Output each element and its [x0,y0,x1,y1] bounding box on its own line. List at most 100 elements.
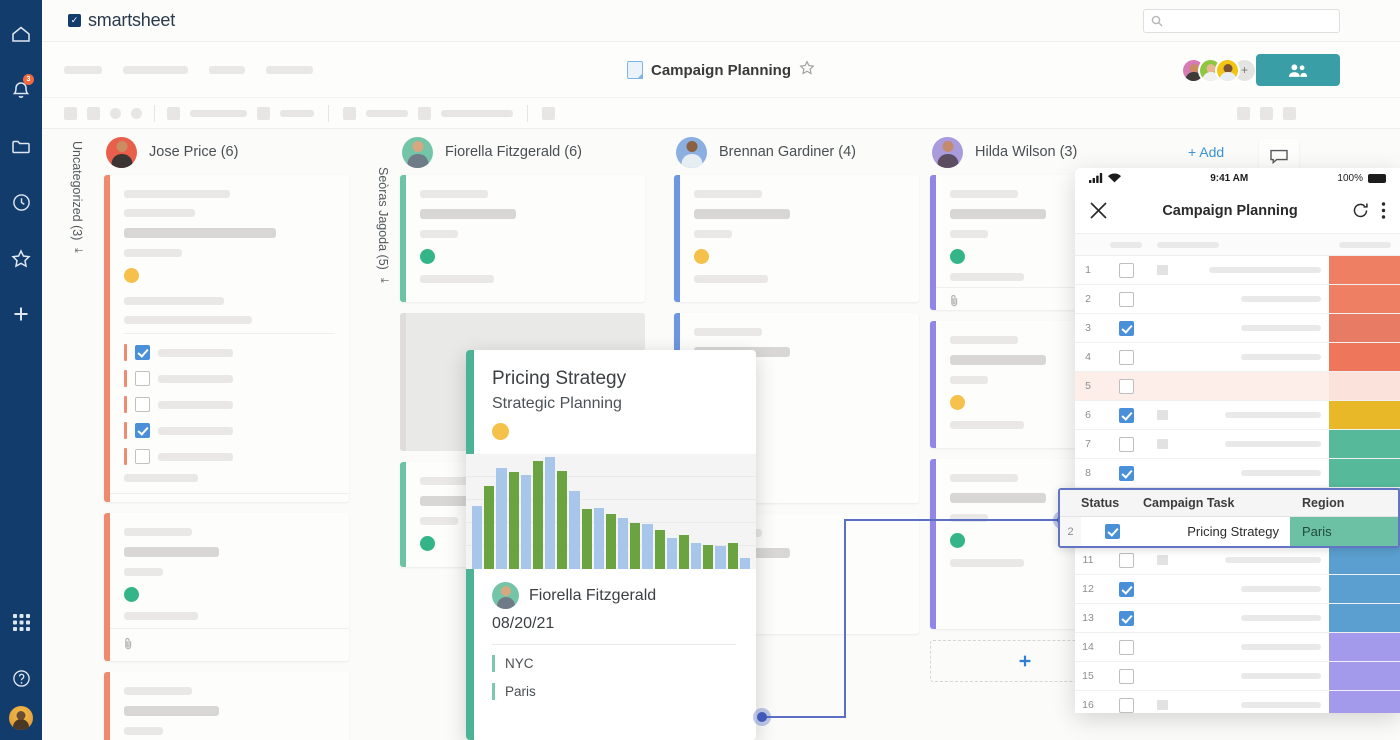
plus-icon[interactable] [0,286,42,342]
checkbox[interactable] [1118,697,1134,713]
region-cell[interactable] [1329,575,1400,603]
task-cell[interactable] [1151,673,1329,679]
checkbox[interactable] [1118,639,1134,655]
status-cell[interactable] [1101,262,1151,278]
task-cell[interactable] [1151,700,1329,710]
region-cell[interactable] [1329,662,1400,690]
task-cell[interactable] [1151,325,1329,331]
status-cell[interactable] [1101,349,1151,365]
mobile-table-row[interactable]: 6 [1075,401,1400,430]
checklist-item[interactable] [124,448,349,465]
callout-status-cell[interactable] [1081,517,1143,546]
mobile-table-row[interactable]: 8 [1075,459,1400,488]
task-cell[interactable] [1151,354,1329,360]
region-cell[interactable] [1329,372,1400,400]
region-cell[interactable] [1329,430,1400,458]
checkbox[interactable] [1118,465,1134,481]
region-cell[interactable] [1329,285,1400,313]
checkbox[interactable] [1118,291,1134,307]
status-cell[interactable] [1101,668,1151,684]
kebab-menu-icon[interactable] [1381,202,1386,219]
card-detail-popover[interactable]: Pricing Strategy Strategic Planning Fior… [466,350,756,740]
region-cell[interactable] [1329,633,1400,661]
mobile-table-row[interactable]: 12 [1075,575,1400,604]
checkbox[interactable] [1118,436,1134,452]
status-cell[interactable] [1101,378,1151,394]
mobile-preview-panel[interactable]: 9:41 AM 100% Campaign Planning 123456789… [1075,168,1400,713]
toolbar-button[interactable] [167,106,180,120]
toolbar-group-3[interactable] [343,106,513,120]
status-cell[interactable] [1101,581,1151,597]
brand-logo[interactable]: ✓ smartsheet [68,10,175,31]
toolbar-button[interactable] [64,106,77,120]
checkbox[interactable] [1118,349,1134,365]
account-avatar[interactable] [9,706,33,730]
detail-tag[interactable]: NYC [492,655,736,672]
toolbar-group-2[interactable] [167,106,314,120]
column-header[interactable]: Brennan Gardiner (4) [674,129,919,175]
region-cell[interactable] [1329,459,1400,487]
toolbar-button[interactable] [1260,106,1273,120]
status-cell[interactable] [1101,552,1151,568]
task-cell[interactable] [1151,615,1329,621]
board-card[interactable] [104,513,349,661]
tab-placeholder[interactable] [123,65,188,74]
region-cell[interactable] [1329,314,1400,342]
toolbar-button[interactable] [131,107,142,119]
checkbox[interactable] [1104,524,1120,539]
checkbox[interactable] [1118,262,1134,278]
checkbox[interactable] [1118,668,1134,684]
task-cell[interactable] [1151,296,1329,302]
tab-placeholder[interactable] [64,65,102,74]
task-cell[interactable] [1151,265,1329,275]
checkbox[interactable] [1118,552,1134,568]
lane-label-uncategorized[interactable]: Uncategorized (3) ⤓ [58,141,84,321]
checkbox[interactable] [135,397,150,412]
card-checklist[interactable] [104,344,349,482]
toolbar-button[interactable] [418,106,431,120]
folder-icon[interactable] [0,118,42,174]
task-cell[interactable] [1151,644,1329,650]
column-header[interactable]: Jose Price (6) [104,129,349,175]
checklist-item[interactable] [124,370,349,387]
lane-collapse-icon[interactable]: ⤓ [378,278,390,283]
column-header[interactable]: Fiorella Fitzgerald (6) [400,129,645,175]
checkbox[interactable] [135,423,150,438]
status-cell[interactable] [1101,436,1151,452]
checklist-item[interactable] [124,422,349,439]
lane-label-seoras[interactable]: Seòras Jagoda (5) ⤓ [364,167,390,347]
status-cell[interactable] [1101,320,1151,336]
refresh-icon[interactable] [1352,202,1369,219]
bell-icon[interactable]: 3 [0,62,42,118]
region-cell[interactable] [1329,401,1400,429]
callout-task-cell[interactable]: Pricing Strategy [1143,517,1290,546]
clock-icon[interactable] [0,174,42,230]
region-cell[interactable] [1329,604,1400,632]
board-card[interactable] [400,175,645,302]
mobile-table-row[interactable]: 11 [1075,546,1400,575]
tab-placeholder[interactable] [266,65,313,74]
mobile-table-row[interactable]: 15 [1075,662,1400,691]
status-cell[interactable] [1101,291,1151,307]
share-button[interactable] [1256,54,1340,86]
mobile-table-row[interactable]: 13 [1075,604,1400,633]
toolbar-group-right[interactable] [1237,106,1296,120]
status-cell[interactable] [1101,639,1151,655]
region-cell[interactable] [1329,343,1400,371]
global-search[interactable] [1143,9,1340,33]
checkbox[interactable] [135,345,150,360]
help-icon[interactable] [0,650,42,706]
toolbar-button[interactable] [87,106,100,120]
region-cell[interactable] [1329,546,1400,574]
status-cell[interactable] [1101,697,1151,713]
checklist-item[interactable] [124,344,349,361]
status-cell[interactable] [1101,610,1151,626]
status-cell[interactable] [1101,465,1151,481]
status-cell[interactable] [1101,407,1151,423]
attachment-icon[interactable] [950,294,959,307]
lane-collapse-icon[interactable]: ⤓ [72,248,84,253]
checkbox[interactable] [1118,378,1134,394]
task-cell[interactable] [1151,470,1329,476]
grid-apps-icon[interactable] [0,594,42,650]
task-cell[interactable] [1151,410,1329,420]
